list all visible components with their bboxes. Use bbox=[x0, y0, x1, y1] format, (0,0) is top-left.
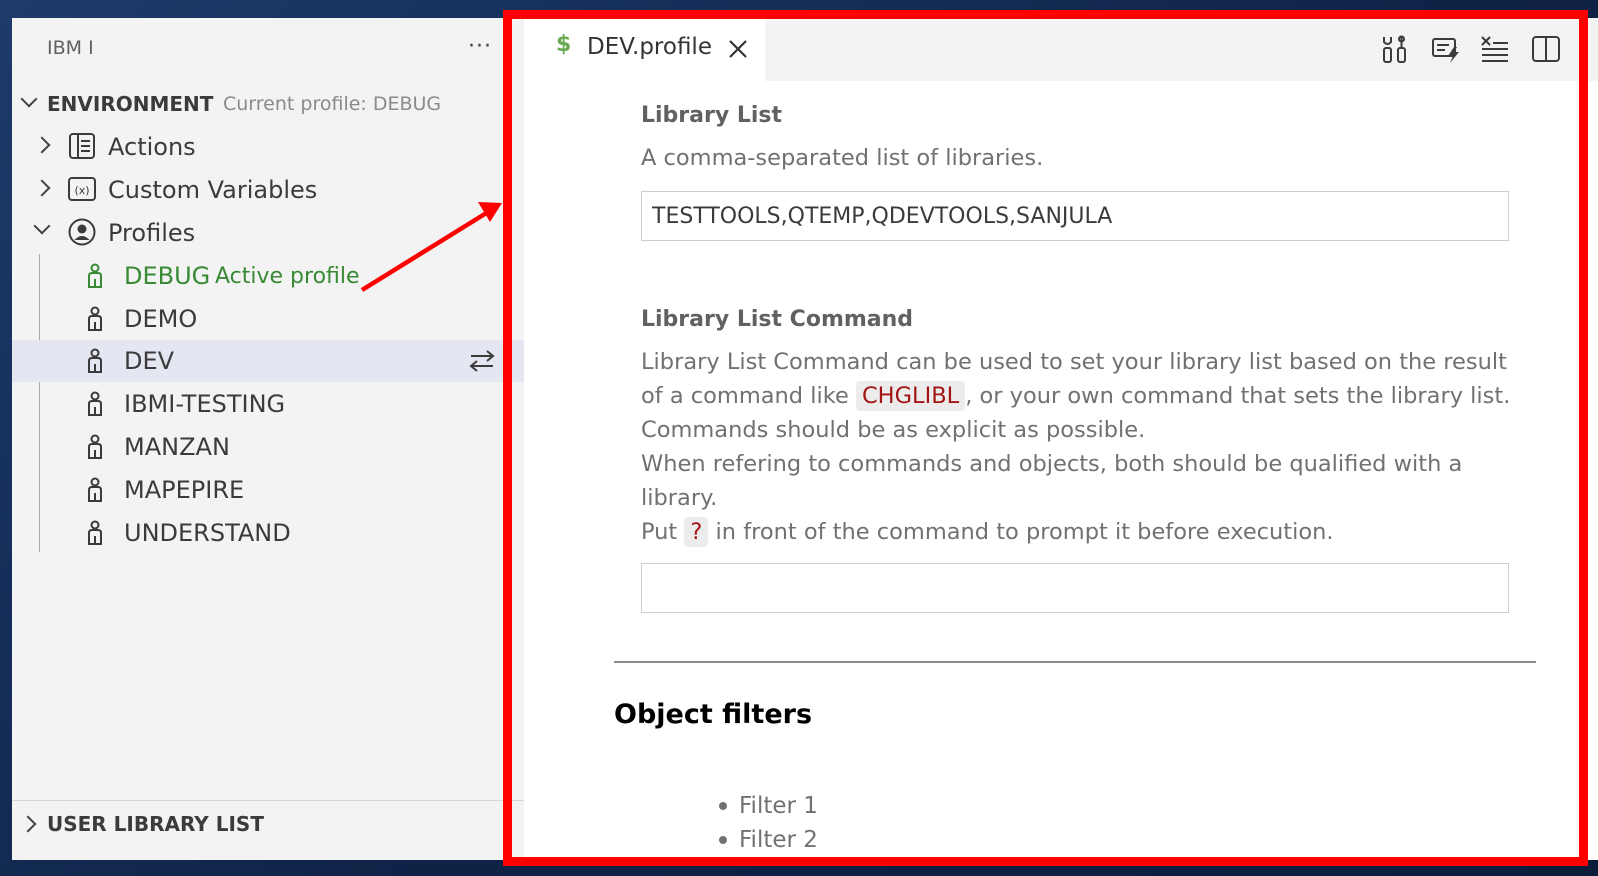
person-icon bbox=[88, 434, 102, 459]
profile-item-mapepire[interactable]: MAPEPIRE bbox=[12, 469, 524, 511]
tree-item-custom-variables[interactable]: (x) Custom Variables bbox=[12, 169, 524, 211]
tools-icon[interactable] bbox=[1379, 34, 1411, 64]
person-icon bbox=[88, 391, 102, 416]
description-text: When refering to commands and objects, b… bbox=[641, 451, 1463, 511]
svg-text:(x): (x) bbox=[74, 184, 89, 197]
tree-item-label: Custom Variables bbox=[108, 176, 318, 204]
person-icon bbox=[88, 263, 102, 288]
profile-item-demo[interactable]: DEMO bbox=[12, 298, 524, 340]
tree-item-label: Profiles bbox=[108, 219, 196, 247]
explorer-sidebar: IBM I ··· ENVIRONMENT Current profile: D… bbox=[12, 18, 524, 860]
profile-item-understand[interactable]: UNDERSTAND bbox=[12, 512, 524, 554]
chevron-right-icon bbox=[19, 815, 37, 833]
chevron-right-icon bbox=[33, 136, 51, 154]
description-text: Put bbox=[641, 519, 685, 545]
description-text: , or your own command that sets the libr… bbox=[965, 383, 1511, 409]
profile-item-ibmi-testing[interactable]: IBMI-TESTING bbox=[12, 383, 524, 425]
account-icon bbox=[68, 218, 96, 246]
section-divider bbox=[12, 800, 524, 801]
profile-label: UNDERSTAND bbox=[124, 519, 291, 547]
profile-item-manzan[interactable]: MANZAN bbox=[12, 426, 524, 468]
profile-label: DEV bbox=[124, 347, 175, 375]
library-list-command-description: Library List Command can be used to set … bbox=[641, 345, 1531, 549]
profile-item-debug[interactable]: DEBUG Active profile bbox=[12, 255, 524, 297]
description-text: in front of the command to prompt it bef… bbox=[708, 519, 1334, 545]
chevron-down-icon bbox=[33, 217, 51, 235]
library-list-description: A comma-separated list of libraries. bbox=[641, 145, 1044, 171]
profile-label: IBMI-TESTING bbox=[124, 390, 286, 418]
tree-item-actions[interactable]: Actions bbox=[12, 126, 524, 168]
environment-title: ENVIRONMENT bbox=[47, 92, 214, 116]
user-library-list-title: USER LIBRARY LIST bbox=[47, 812, 264, 836]
list-item[interactable]: Filter 1 bbox=[719, 789, 818, 823]
profile-label: DEBUG bbox=[124, 262, 211, 290]
split-editor-icon[interactable] bbox=[1530, 34, 1562, 64]
sidebar-title: IBM I bbox=[47, 37, 94, 59]
close-icon[interactable] bbox=[726, 37, 750, 61]
person-icon bbox=[88, 306, 102, 331]
list-icon[interactable] bbox=[1479, 34, 1511, 64]
person-icon bbox=[88, 348, 102, 373]
profile-label: DEMO bbox=[124, 305, 198, 333]
notebook-icon bbox=[69, 133, 95, 159]
environment-section-header[interactable]: ENVIRONMENT Current profile: DEBUG bbox=[12, 88, 524, 120]
library-list-command-title: Library List Command bbox=[641, 307, 914, 332]
tab-label: DEV.profile bbox=[587, 34, 712, 60]
person-icon bbox=[88, 520, 102, 545]
profile-label: MAPEPIRE bbox=[124, 476, 245, 504]
run-icon[interactable] bbox=[1430, 34, 1462, 64]
object-filters-list: Filter 1 Filter 2 bbox=[719, 789, 818, 857]
user-library-list-section-header[interactable]: USER LIBRARY LIST bbox=[12, 808, 524, 840]
tree-item-label: Actions bbox=[108, 133, 196, 161]
object-filters-title: Object filters bbox=[614, 699, 813, 730]
profile-item-dev[interactable]: DEV bbox=[12, 340, 524, 382]
current-profile-label: Current profile: DEBUG bbox=[223, 93, 442, 115]
chevron-right-icon bbox=[33, 179, 51, 197]
chevron-down-icon bbox=[20, 90, 38, 108]
editor-panel: $ DEV.profile Library List A comma-separ… bbox=[524, 18, 1598, 860]
more-actions-icon[interactable]: ··· bbox=[468, 34, 492, 59]
dollar-file-icon: $ bbox=[556, 32, 572, 57]
section-divider bbox=[614, 661, 1536, 663]
tree-item-profiles[interactable]: Profiles bbox=[12, 212, 524, 254]
inline-code: ? bbox=[684, 517, 709, 547]
library-list-title: Library List bbox=[641, 103, 783, 128]
editor-tab-bar: $ DEV.profile bbox=[524, 18, 1598, 81]
symbol-variable-icon: (x) bbox=[68, 177, 96, 201]
library-list-input[interactable] bbox=[641, 191, 1509, 241]
active-profile-badge: Active profile bbox=[215, 263, 360, 289]
list-item[interactable]: Filter 2 bbox=[719, 823, 818, 857]
description-text: Commands should be as explicit as possib… bbox=[641, 417, 1146, 443]
inline-code: CHGLIBL bbox=[855, 381, 966, 411]
library-list-command-input[interactable] bbox=[641, 563, 1509, 613]
tab-dev-profile[interactable]: $ DEV.profile bbox=[524, 18, 765, 81]
person-icon bbox=[88, 477, 102, 502]
arrow-swap-icon[interactable] bbox=[468, 348, 496, 374]
profile-label: MANZAN bbox=[124, 433, 230, 461]
